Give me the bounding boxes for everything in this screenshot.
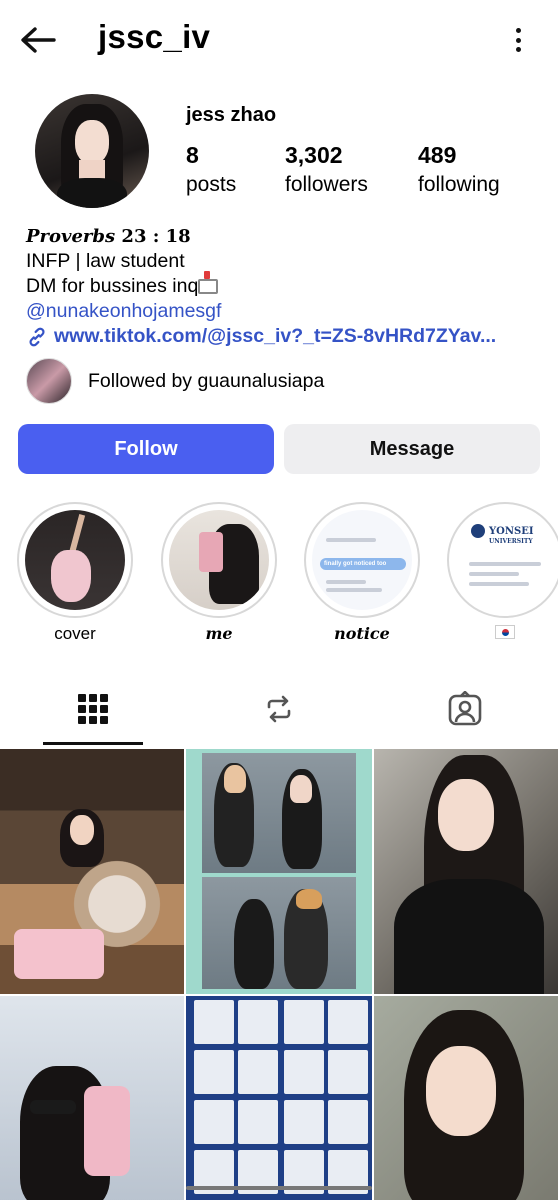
post-thumbnail[interactable] — [186, 749, 372, 994]
link-icon — [29, 327, 45, 346]
post-thumbnail[interactable] — [0, 996, 184, 1200]
highlight-caption: cover — [54, 624, 96, 643]
back-button[interactable] — [16, 20, 60, 60]
followed-by-row[interactable]: Followed by guaunalusiapa — [26, 358, 324, 404]
more-options-button[interactable] — [510, 22, 526, 58]
stat-posts[interactable]: 8 posts — [186, 142, 236, 197]
home-indicator — [186, 1186, 372, 1190]
highlight-caption: me — [205, 624, 233, 643]
tab-posts-grid[interactable] — [0, 672, 186, 746]
highlight-me[interactable]: me — [161, 502, 277, 643]
incoming-envelope-icon — [198, 271, 219, 294]
bio-external-link[interactable]: www.tiktok.com/@jssc_iv?_t=ZS-8vHRd7ZYav… — [26, 324, 546, 349]
highlight-korea-image: YONSEI UNIVERSITY — [455, 510, 555, 610]
tagged-person-icon — [448, 691, 482, 726]
yonsei-text: YONSEI — [489, 526, 534, 537]
highlight-caption — [447, 624, 558, 644]
highlight-ring: YONSEI UNIVERSITY — [447, 502, 558, 618]
post-thumbnail[interactable] — [374, 996, 558, 1200]
stat-followers[interactable]: 3,302 followers — [285, 142, 368, 197]
tab-reposts[interactable] — [186, 672, 372, 746]
followers-label: followers — [285, 173, 368, 196]
highlight-notice-image: finally got noticed too — [312, 510, 412, 610]
posts-grid — [0, 749, 558, 1200]
active-tab-indicator — [43, 742, 143, 745]
followed-by-text: Followed by guaunalusiapa — [88, 369, 325, 392]
bio-mention-link[interactable]: @nunakeonhojamesgf — [26, 299, 546, 324]
following-label: following — [418, 173, 500, 196]
university-text: UNIVERSITY — [489, 538, 533, 545]
notice-pill-text: finally got noticed too — [324, 561, 387, 567]
bio-verse: Proverbs 23 : 18 — [26, 226, 191, 247]
mutual-follower-avatar — [26, 358, 72, 404]
arrow-left-icon — [21, 27, 56, 53]
followers-count: 3,302 — [285, 142, 343, 168]
post-thumbnail[interactable] — [0, 749, 184, 994]
highlight-ring — [161, 502, 277, 618]
top-bar: jssc_iv — [0, 0, 558, 80]
display-name: jess zhao — [186, 104, 277, 126]
posts-count: 8 — [186, 142, 199, 168]
post-thumbnail[interactable] — [186, 996, 372, 1200]
highlight-me-image — [169, 510, 269, 610]
grid-icon — [78, 694, 108, 724]
follow-button[interactable]: Follow — [18, 424, 274, 474]
stat-following[interactable]: 489 following — [418, 142, 500, 197]
message-button[interactable]: Message — [284, 424, 540, 474]
more-vertical-icon — [515, 28, 521, 33]
following-count: 489 — [418, 142, 457, 168]
highlight-cover[interactable]: cover — [17, 502, 133, 644]
highlight-ring — [17, 502, 133, 618]
highlight-cover-image — [25, 510, 125, 610]
post-thumbnail[interactable] — [374, 749, 558, 994]
repost-icon — [267, 695, 291, 723]
bio-line-2: DM for bussines inq — [26, 271, 546, 299]
highlight-caption: notice — [334, 624, 390, 643]
highlight-korea[interactable]: YONSEI UNIVERSITY — [447, 502, 558, 644]
highlight-ring: finally got noticed too — [304, 502, 420, 618]
posts-label: posts — [186, 173, 237, 196]
south-korea-flag-icon — [495, 625, 515, 639]
tab-tagged[interactable] — [372, 672, 558, 746]
profile-avatar[interactable] — [35, 94, 149, 208]
profile-tabs — [0, 672, 558, 748]
profile-bio: Proverbs 23 : 18 INFP | law student DM f… — [26, 224, 546, 349]
bio-line-1: INFP | law student — [26, 250, 185, 272]
profile-username: jssc_iv — [98, 18, 211, 55]
highlight-notice[interactable]: finally got noticed too notice — [304, 502, 420, 643]
